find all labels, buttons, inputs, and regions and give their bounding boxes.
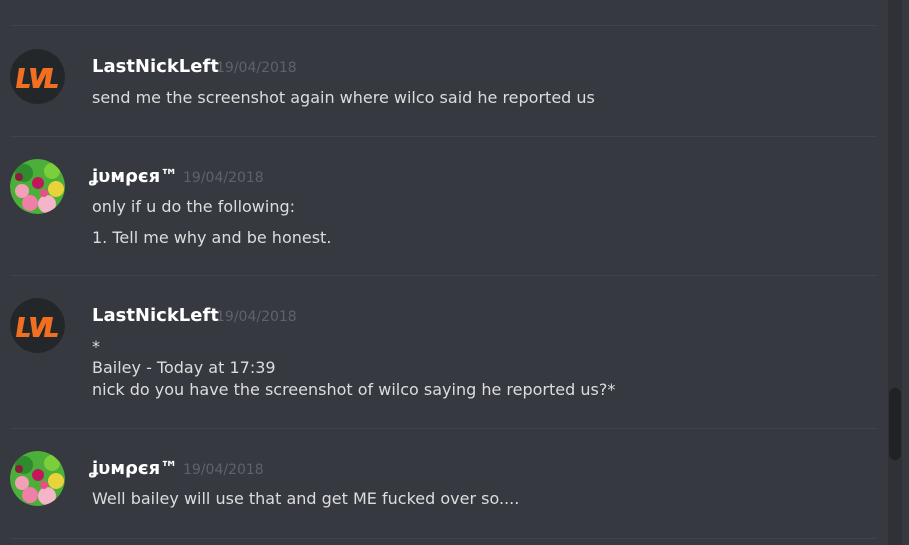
lvl-logo-icon — [10, 298, 65, 353]
message-timestamp: 19/04/2018 — [216, 309, 297, 325]
chat-message-list: LastNickLeft 19/04/2018 send me the scre… — [0, 0, 909, 545]
message-timestamp: 19/04/2018 — [183, 462, 264, 478]
avatar[interactable] — [10, 159, 65, 214]
message-text: Bailey - Today at 17:39 — [92, 358, 276, 377]
message-divider — [10, 275, 877, 276]
flower-avatar-icon — [10, 451, 65, 506]
username[interactable]: ʝυмρєя™ — [92, 458, 178, 480]
avatar[interactable] — [10, 298, 65, 353]
username[interactable]: ʝυмρєя™ — [92, 166, 178, 188]
message-text: send me the screenshot again where wilco… — [92, 88, 595, 107]
message-divider — [10, 538, 877, 539]
message-divider — [10, 428, 877, 429]
message-text: nick do you have the screenshot of wilco… — [92, 380, 616, 399]
avatar[interactable] — [10, 451, 65, 506]
message-text: * — [92, 337, 100, 356]
scrollbar-thumb[interactable] — [889, 388, 901, 460]
message-divider — [10, 25, 877, 26]
message-text: Well bailey will use that and get ME fuc… — [92, 489, 520, 508]
avatar[interactable] — [10, 49, 65, 104]
message-text: 1. Tell me why and be honest. — [92, 228, 332, 247]
username[interactable]: LastNickLeft — [92, 305, 219, 327]
message-timestamp: 19/04/2018 — [183, 170, 264, 186]
flower-avatar-icon — [10, 159, 65, 214]
message-text: only if u do the following: — [92, 197, 296, 216]
message-divider — [10, 136, 877, 137]
scrollbar-track[interactable] — [888, 0, 902, 545]
username[interactable]: LastNickLeft — [92, 56, 219, 78]
message-timestamp: 19/04/2018 — [216, 60, 297, 76]
lvl-logo-icon — [10, 49, 65, 104]
